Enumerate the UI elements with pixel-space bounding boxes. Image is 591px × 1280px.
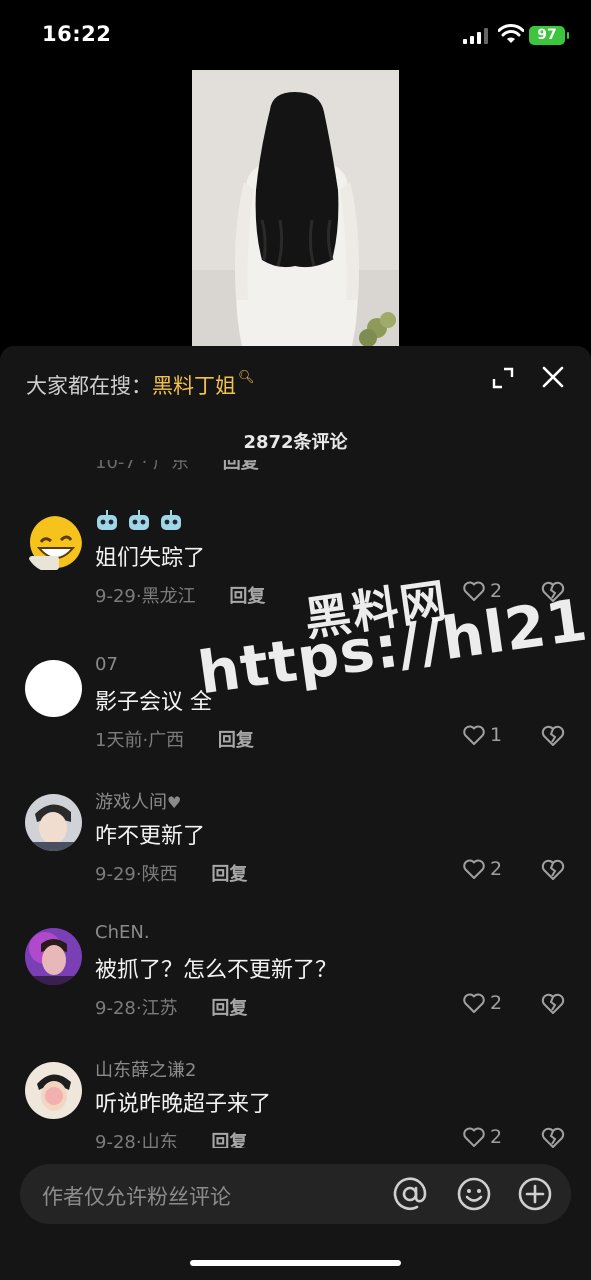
heart-icon — [463, 859, 485, 879]
like-button[interactable]: 2 — [462, 1126, 502, 1148]
comment-text: 咋不更新了 — [95, 824, 206, 849]
partial-comment-row: 10-7 · 广东 回复 — [95, 460, 575, 480]
like-count: 2 — [490, 992, 503, 1014]
comment-meta: 1天前·广西 回复 — [95, 726, 254, 752]
avatar-photo — [25, 928, 82, 985]
comment-meta: 9-28·江苏 回复 — [95, 994, 247, 1020]
at-icon[interactable] — [392, 1176, 428, 1212]
comment-input-bar: 作者仅允许粉丝评论 — [0, 1148, 591, 1280]
expand-icon[interactable] — [491, 366, 515, 390]
partial-comment-meta: 10-7 · 广东 回复 — [95, 460, 575, 474]
plus-icon[interactable] — [517, 1176, 553, 1212]
avatar[interactable] — [25, 1062, 82, 1119]
comment-meta: 9-29·陕西 回复 — [95, 860, 247, 886]
wifi-icon — [498, 24, 524, 43]
comment-item: ChEN. 被抓了？怎么不更新了？ 9-28·江苏 回复 2 — [0, 922, 591, 1056]
reply-button[interactable]: 回复 — [211, 994, 247, 1020]
signal-icon — [463, 28, 488, 44]
comment-list[interactable]: 10-7 · 广东 回复 姐们失踪了 9-29·黑龙江 回复 2 07 影子会议… — [0, 456, 591, 1150]
like-count: 2 — [490, 858, 503, 880]
avatar-emoji-image — [29, 516, 82, 570]
heart-icon — [463, 725, 485, 745]
comment-location: 黑龙江 — [141, 586, 196, 607]
reply-button[interactable]: 回复 — [211, 860, 247, 886]
like-button[interactable]: 1 — [462, 724, 502, 746]
comment-location: 江苏 — [141, 998, 178, 1019]
heart-badge-icon: ♥ — [167, 793, 182, 812]
comment-date: 9-29 — [95, 864, 136, 885]
comment-username[interactable]: 山东薛之谦2 — [95, 1056, 196, 1082]
close-icon[interactable] — [540, 364, 566, 390]
like-button[interactable]: 2 — [462, 992, 502, 1014]
battery-indicator: 97 — [529, 26, 569, 45]
comment-date: 1天前 — [95, 730, 143, 751]
partial-reply-button[interactable]: 回复 — [223, 460, 259, 474]
dislike-heart-icon[interactable] — [540, 1126, 566, 1150]
comment-date: 9-29 — [95, 586, 136, 607]
dislike-heart-icon[interactable] — [540, 992, 566, 1016]
robot-emoji-icon — [97, 510, 117, 530]
avatar-photo — [25, 1062, 82, 1119]
like-count: 1 — [490, 724, 503, 746]
comment-location: 陕西 — [141, 864, 178, 885]
comment-username[interactable]: 07 — [95, 654, 118, 675]
robot-emoji-icon — [129, 510, 149, 530]
avatar[interactable] — [25, 516, 82, 573]
comment-username[interactable]: 游戏人间♥ — [95, 788, 181, 814]
home-indicator[interactable] — [190, 1260, 401, 1266]
username-badges — [95, 510, 183, 532]
username-text: 游戏人间 — [95, 792, 167, 813]
avatar[interactable] — [25, 794, 82, 851]
comment-date: 9-28 — [95, 998, 136, 1019]
like-button[interactable]: 2 — [462, 858, 502, 880]
comments-sheet: 大家都在搜：黑料丁姐 🔍︎ 2872条评论 10-7 · 广东 回复 姐们失踪了… — [0, 346, 591, 1280]
search-suggestion-prefix: 大家都在搜： — [26, 374, 152, 398]
comment-text: 姐们失踪了 — [95, 546, 206, 571]
comment-text: 影子会议 全 — [95, 690, 212, 715]
partial-meta-text: 10-7 · 广东 — [95, 460, 190, 473]
comment-meta: 9-28·山东 回复 — [95, 1128, 247, 1150]
comment-count: 2872条评论 — [243, 432, 348, 453]
search-icon: 🔍︎ — [238, 370, 255, 385]
comment-username[interactable]: ChEN. — [95, 922, 150, 943]
input-placeholder: 作者仅允许粉丝评论 — [42, 1185, 231, 1209]
video-thumbnail[interactable] — [192, 70, 399, 346]
avatar[interactable] — [25, 928, 82, 985]
like-count: 2 — [490, 1126, 503, 1148]
dislike-heart-icon[interactable] — [540, 724, 566, 748]
reply-button[interactable]: 回复 — [218, 726, 254, 752]
comment-input[interactable]: 作者仅允许粉丝评论 — [20, 1164, 571, 1224]
comment-meta: 9-29·黑龙江 回复 — [95, 582, 265, 608]
reply-button[interactable]: 回复 — [229, 582, 265, 608]
comment-text: 被抓了？怎么不更新了？ — [95, 958, 338, 983]
status-time: 16:22 — [42, 22, 112, 46]
comment-item: 山东薛之谦2 听说昨晚超子来了 9-28·山东 回复 2 — [0, 1056, 591, 1150]
avatar-photo — [25, 794, 82, 851]
emoji-icon[interactable] — [456, 1176, 492, 1212]
comment-location: 广西 — [148, 730, 185, 751]
search-suggestion-keyword[interactable]: 黑料丁姐 — [152, 374, 236, 398]
comment-item: 游戏人间♥ 咋不更新了 9-29·陕西 回复 2 — [0, 788, 591, 922]
dislike-heart-icon[interactable] — [540, 858, 566, 882]
search-suggestion[interactable]: 大家都在搜：黑料丁姐 🔍︎ — [26, 370, 255, 400]
video-frame-illustration — [192, 70, 399, 346]
status-bar: 16:22 97 — [0, 0, 591, 70]
avatar[interactable] — [25, 660, 82, 717]
reply-button[interactable]: 回复 — [211, 1128, 247, 1150]
heart-icon — [463, 993, 485, 1013]
robot-emoji-icon — [161, 510, 181, 530]
comment-text: 听说昨晚超子来了 — [95, 1092, 272, 1117]
heart-icon — [463, 1127, 485, 1147]
